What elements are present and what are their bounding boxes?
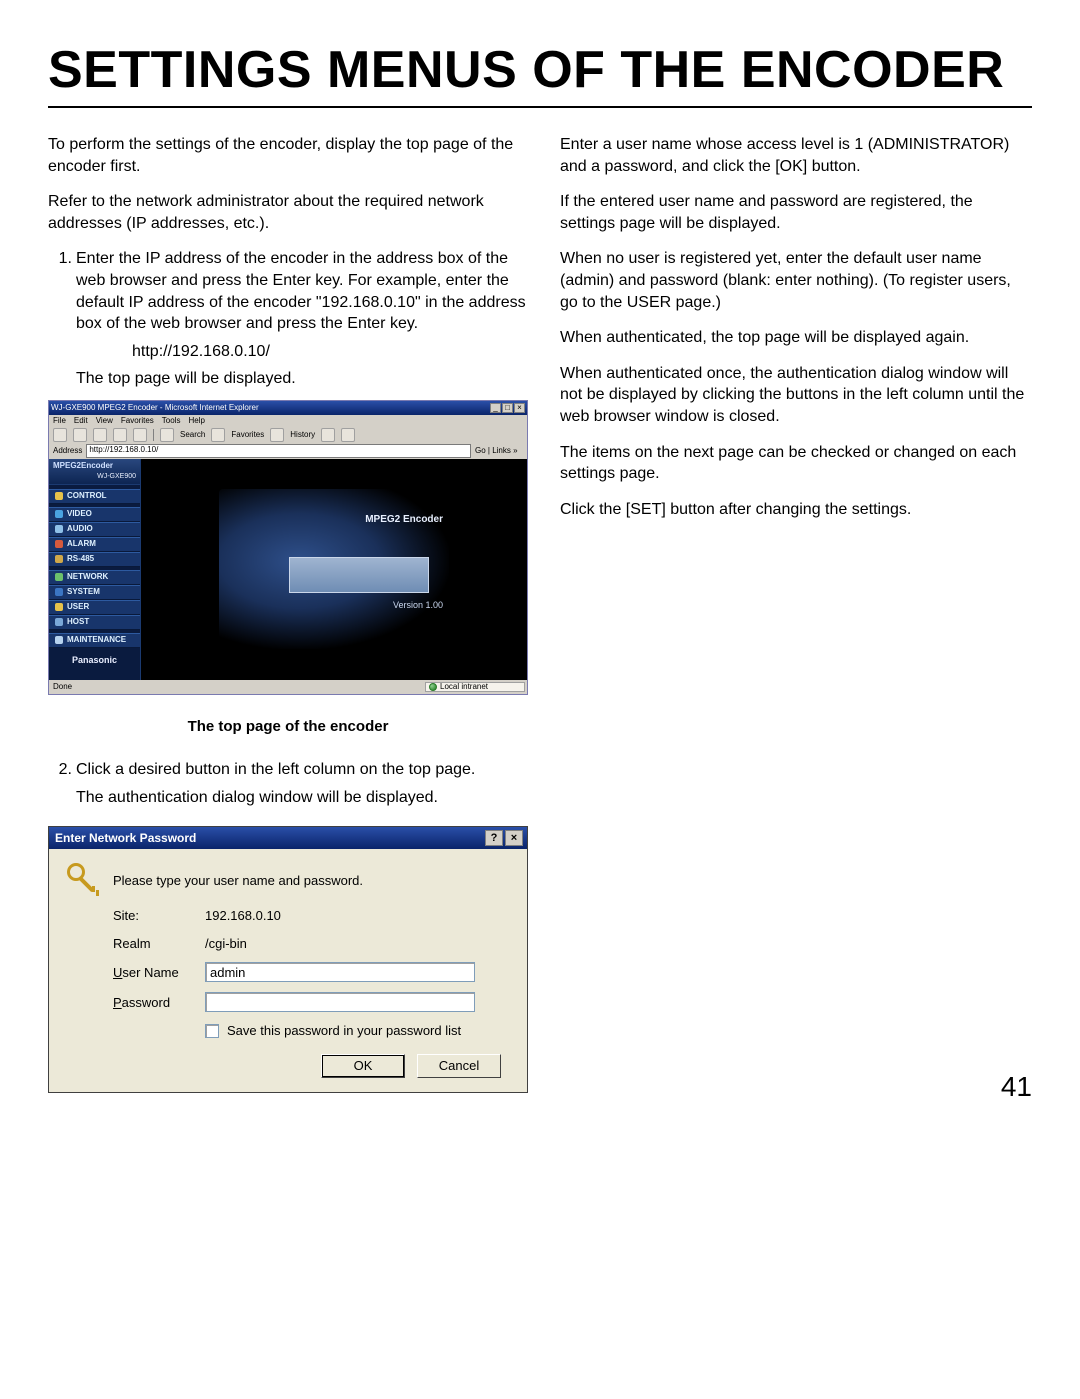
- ie-menu-tools[interactable]: Tools: [162, 416, 181, 427]
- screenshot-caption: The top page of the encoder: [48, 717, 528, 737]
- step1-url: http://192.168.0.10/: [76, 341, 528, 363]
- address-input[interactable]: http://192.168.0.10/: [86, 444, 471, 458]
- sidebar-item-maintenance[interactable]: MAINTENANCE: [49, 633, 140, 648]
- toolbar-history-label[interactable]: History: [290, 430, 315, 441]
- ie-menu-favorites[interactable]: Favorites: [121, 416, 154, 427]
- username-input[interactable]: admin: [205, 962, 475, 982]
- password-input[interactable]: [205, 992, 475, 1012]
- address-label: Address: [53, 446, 82, 457]
- cancel-button[interactable]: Cancel: [417, 1054, 501, 1078]
- step1-text1: Enter the IP address of the encoder in t…: [76, 248, 528, 334]
- splash-version: Version 1.00: [393, 599, 443, 611]
- window-minimize-button[interactable]: _: [490, 403, 501, 413]
- intro-2: Refer to the network administrator about…: [48, 191, 528, 234]
- ie-menu-edit[interactable]: Edit: [74, 416, 88, 427]
- toolbar-favorites-label[interactable]: Favorites: [231, 430, 264, 441]
- dlg-site-value: 192.168.0.10: [205, 907, 509, 925]
- ie-menu-file[interactable]: File: [53, 416, 66, 427]
- right-p7: Click the [SET] button after changing th…: [560, 499, 1032, 521]
- search-icon[interactable]: [160, 428, 174, 442]
- step2-text1: Click a desired button in the left colum…: [76, 759, 528, 781]
- window-close-button[interactable]: ×: [514, 403, 525, 413]
- title-rule: [48, 106, 1032, 108]
- right-p5: When authenticated once, the authenticat…: [560, 363, 1032, 428]
- globe-icon: [429, 683, 437, 691]
- dlg-close-button[interactable]: ×: [505, 830, 523, 846]
- forward-icon[interactable]: [73, 428, 87, 442]
- sidebar-item-video[interactable]: VIDEO: [49, 507, 140, 522]
- sidebar-item-host[interactable]: HOST: [49, 615, 140, 630]
- stop-icon[interactable]: [93, 428, 107, 442]
- right-p2: If the entered user name and password ar…: [560, 191, 1032, 234]
- step1-number: 1.: [48, 248, 72, 270]
- dlg-realm-value: /cgi-bin: [205, 935, 509, 953]
- dlg-username-label: User Name: [113, 964, 205, 982]
- auth-dialog: Enter Network Password ? × Please type y…: [48, 826, 528, 1093]
- history-icon[interactable]: [270, 428, 284, 442]
- mail-icon[interactable]: [321, 428, 335, 442]
- dlg-prompt: Please type your user name and password.: [113, 872, 363, 890]
- ok-button[interactable]: OK: [321, 1054, 405, 1078]
- sidebar-item-network[interactable]: NETWORK: [49, 570, 140, 585]
- dlg-site-label: Site:: [113, 907, 205, 925]
- dlg-password-label: Password: [113, 994, 205, 1012]
- refresh-icon[interactable]: [113, 428, 127, 442]
- sidebar-brand: Panasonic: [49, 654, 140, 666]
- key-icon: [67, 863, 101, 897]
- ie-menu-view[interactable]: View: [96, 416, 113, 427]
- sidebar-item-control[interactable]: CONTROL: [49, 489, 140, 504]
- sidebar-item-system[interactable]: SYSTEM: [49, 585, 140, 600]
- page-number: 41: [1001, 1071, 1032, 1103]
- ie-title: WJ-GXE900 MPEG2 Encoder - Microsoft Inte…: [51, 403, 490, 414]
- side-header-product: MPEG2Encoder: [53, 461, 136, 472]
- side-header-model: WJ-GXE900: [53, 472, 136, 481]
- right-p4: When authenticated, the top page will be…: [560, 327, 1032, 349]
- splash-product-image: [289, 557, 429, 593]
- home-icon[interactable]: [133, 428, 147, 442]
- back-icon[interactable]: [53, 428, 67, 442]
- sidebar-item-user[interactable]: USER: [49, 600, 140, 615]
- sidebar-item-audio[interactable]: AUDIO: [49, 522, 140, 537]
- dlg-realm-label: Realm: [113, 935, 205, 953]
- save-password-label: Save this password in your password list: [227, 1022, 461, 1040]
- dlg-help-button[interactable]: ?: [485, 830, 503, 846]
- dlg-title: Enter Network Password: [55, 830, 483, 846]
- right-p3: When no user is registered yet, enter th…: [560, 248, 1032, 313]
- ie-menu-help[interactable]: Help: [188, 416, 204, 427]
- step2-text2: The authentication dialog window will be…: [76, 787, 528, 809]
- status-done: Done: [49, 682, 423, 693]
- sidebar-item-rs485[interactable]: RS-485: [49, 552, 140, 567]
- encoder-top-page-screenshot: WJ-GXE900 MPEG2 Encoder - Microsoft Inte…: [48, 400, 528, 695]
- toolbar-search-label[interactable]: Search: [180, 430, 205, 441]
- right-p6: The items on the next page can be checke…: [560, 442, 1032, 485]
- right-p1: Enter a user name whose access level is …: [560, 134, 1032, 177]
- print-icon[interactable]: [341, 428, 355, 442]
- go-button[interactable]: Go: [475, 446, 486, 455]
- intro-1: To perform the settings of the encoder, …: [48, 134, 528, 177]
- page-title: SETTINGS MENUS OF THE ENCODER: [48, 40, 1032, 100]
- splash-title: MPEG2 Encoder: [365, 513, 443, 527]
- favorites-icon[interactable]: [211, 428, 225, 442]
- save-password-checkbox[interactable]: [205, 1024, 219, 1038]
- window-maximize-button[interactable]: □: [502, 403, 513, 413]
- sidebar-item-alarm[interactable]: ALARM: [49, 537, 140, 552]
- step2-number: 2.: [48, 759, 72, 781]
- links-button[interactable]: Links »: [492, 446, 517, 455]
- status-zone: Local intranet: [425, 682, 525, 692]
- step1-text2: The top page will be displayed.: [76, 368, 528, 390]
